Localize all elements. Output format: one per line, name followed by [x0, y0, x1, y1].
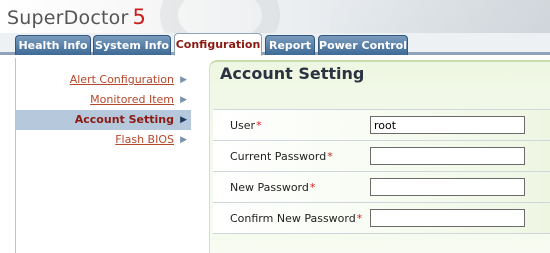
sidebar-item-alert-configuration[interactable]: Alert Configuration ▶ — [16, 70, 191, 90]
required-mark: * — [327, 150, 333, 163]
app-version: 5 — [132, 5, 147, 29]
tab-report[interactable]: Report — [265, 35, 315, 55]
form-row-confirm-password: Confirm New Password* — [213, 203, 550, 234]
app-header: SuperDoctor 5 — [0, 0, 550, 33]
account-form: User* Current Password* New Password* Co… — [213, 109, 550, 234]
tab-system-info[interactable]: System Info — [93, 35, 171, 55]
confirm-password-label: Confirm New Password* — [230, 212, 363, 225]
sidebar-item-label[interactable]: Flash BIOS — [115, 133, 174, 146]
required-mark: * — [356, 212, 363, 225]
sidebar-nav: Alert Configuration ▶ Monitored Item ▶ A… — [16, 70, 191, 150]
arrow-right-icon: ▶ — [180, 95, 187, 105]
current-password-input[interactable] — [370, 147, 525, 165]
sidebar-item-flash-bios[interactable]: Flash BIOS ▶ — [16, 130, 191, 150]
required-mark: * — [309, 181, 316, 194]
header-decoration-shade — [330, 0, 550, 33]
current-password-label: Current Password* — [230, 150, 333, 163]
sidebar-item-account-setting[interactable]: Account Setting ▶ — [16, 110, 191, 130]
confirm-password-input[interactable] — [370, 209, 525, 227]
form-row-current-password: Current Password* — [213, 141, 550, 172]
sidebar-item-label[interactable]: Account Setting — [75, 113, 174, 126]
arrow-right-icon: ▶ — [180, 115, 187, 125]
tab-power-control[interactable]: Power Control — [318, 35, 408, 55]
app-name: SuperDoctor — [7, 7, 129, 29]
sidebar-item-monitored-item[interactable]: Monitored Item ▶ — [16, 90, 191, 110]
new-password-label: New Password* — [230, 181, 316, 194]
new-password-input[interactable] — [370, 178, 525, 196]
arrow-right-icon: ▶ — [180, 75, 187, 85]
tab-bar: Health Info System Info Configuration Re… — [0, 33, 550, 56]
main-area: Alert Configuration ▶ Monitored Item ▶ A… — [15, 58, 550, 253]
user-input[interactable] — [370, 116, 525, 134]
sidebar-item-label[interactable]: Monitored Item — [90, 93, 174, 106]
arrow-right-icon: ▶ — [180, 135, 187, 145]
app-logo: SuperDoctor 5 — [7, 5, 146, 29]
page-title: Account Setting — [220, 64, 365, 83]
form-row-new-password: New Password* — [213, 172, 550, 203]
form-row-user: User* — [213, 110, 550, 141]
tab-configuration[interactable]: Configuration — [174, 33, 262, 56]
tab-health-info[interactable]: Health Info — [15, 35, 91, 55]
account-setting-panel: Account Setting User* Current Password* … — [209, 60, 550, 253]
header-decoration — [160, 0, 280, 33]
sidebar-item-label[interactable]: Alert Configuration — [70, 73, 174, 86]
user-label: User* — [230, 119, 262, 132]
required-mark: * — [256, 119, 262, 132]
